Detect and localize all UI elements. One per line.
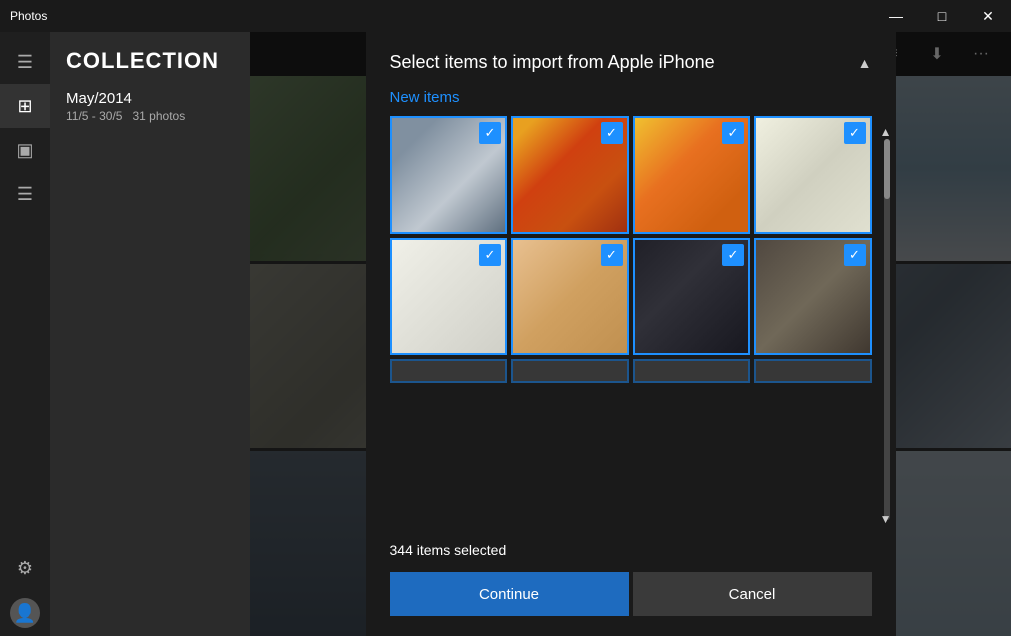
avatar[interactable]: 👤 xyxy=(10,598,40,628)
garlic-photo[interactable]: ✓ xyxy=(390,238,508,356)
partial-4 xyxy=(754,359,872,383)
date-group[interactable]: May/2014 11/5 - 30/5 31 photos xyxy=(50,82,250,131)
app-layout: ☰ ⊞ ▣ ☰ ⚙ 👤 COLLECTION May/2014 11/5 - 3… xyxy=(0,32,1011,636)
albums-nav-icon[interactable]: ▣ xyxy=(0,128,50,172)
left-panel: COLLECTION May/2014 11/5 - 30/5 31 photo… xyxy=(50,32,250,636)
modal-body: New items ✓ ✓ ✓ ✓ xyxy=(366,89,896,530)
scroll-up-icon[interactable]: ▲ xyxy=(880,125,892,139)
section-label: New items xyxy=(390,89,872,106)
date-meta: 11/5 - 30/5 31 photos xyxy=(66,109,234,123)
date-range: 11/5 - 30/5 xyxy=(66,109,122,123)
modal-header: Select items to import from Apple iPhone… xyxy=(366,32,896,89)
scroll-down-icon[interactable]: ▼ xyxy=(880,512,892,526)
check-3: ✓ xyxy=(722,122,744,144)
collection-nav-icon[interactable]: ⊞ xyxy=(0,84,50,128)
scrollbar-thumb[interactable] xyxy=(884,139,890,199)
modal-buttons: Continue Cancel xyxy=(390,572,872,616)
clams-photo[interactable]: ✓ xyxy=(754,238,872,356)
check-2: ✓ xyxy=(601,122,623,144)
sidebar: ☰ ⊞ ▣ ☰ ⚙ 👤 xyxy=(0,32,50,636)
modal-footer: 344 items selected Continue Cancel xyxy=(366,530,896,636)
close-button[interactable]: ✕ xyxy=(965,0,1011,32)
scroll-up-arrow[interactable]: ▲ xyxy=(858,55,872,71)
seafood-photo[interactable]: ✓ xyxy=(754,116,872,234)
scrollbar-track xyxy=(884,139,890,520)
maximize-button[interactable]: □ xyxy=(919,0,965,32)
shrimp-photo[interactable]: ✓ xyxy=(511,238,629,356)
cancel-button[interactable]: Cancel xyxy=(633,572,872,616)
titlebar: Photos — □ ✕ xyxy=(0,0,1011,32)
hamburger-menu-icon[interactable]: ☰ xyxy=(0,40,50,84)
sidebar-bottom: ⚙ 👤 xyxy=(0,546,50,628)
modal-overlay: Select items to import from Apple iPhone… xyxy=(250,32,1011,636)
check-4: ✓ xyxy=(844,122,866,144)
check-5: ✓ xyxy=(479,244,501,266)
date-label: May/2014 xyxy=(66,90,234,107)
minimize-button[interactable]: — xyxy=(873,0,919,32)
modal-title: Select items to import from Apple iPhone xyxy=(390,52,715,73)
settings-icon[interactable]: ⚙ xyxy=(0,546,50,590)
photo-grid-row1: ✓ ✓ ✓ ✓ xyxy=(390,116,872,234)
building-photo[interactable]: ✓ xyxy=(390,116,508,234)
photo-grid-row2: ✓ ✓ ✓ ✓ xyxy=(390,238,872,356)
selected-count: 344 items selected xyxy=(390,542,872,558)
market-yellow-photo[interactable]: ✓ xyxy=(633,116,751,234)
check-1: ✓ xyxy=(479,122,501,144)
panel-header: COLLECTION xyxy=(50,32,250,82)
folders-nav-icon[interactable]: ☰ xyxy=(0,172,50,216)
partial-photo-row xyxy=(390,359,872,383)
panel-title: COLLECTION xyxy=(66,48,234,74)
continue-button[interactable]: Continue xyxy=(390,572,629,616)
partial-3 xyxy=(633,359,751,383)
check-7: ✓ xyxy=(722,244,744,266)
mussels-photo[interactable]: ✓ xyxy=(633,238,751,356)
partial-2 xyxy=(511,359,629,383)
market-red-photo[interactable]: ✓ xyxy=(511,116,629,234)
check-8: ✓ xyxy=(844,244,866,266)
main-content: ↻ ≡ ⬇ ··· Select items to import from Ap… xyxy=(250,32,1011,636)
check-6: ✓ xyxy=(601,244,623,266)
window-controls: — □ ✕ xyxy=(873,0,1011,32)
photo-count: 31 photos xyxy=(133,109,186,123)
partial-1 xyxy=(390,359,508,383)
import-modal: Select items to import from Apple iPhone… xyxy=(366,32,896,636)
app-title: Photos xyxy=(0,9,873,23)
